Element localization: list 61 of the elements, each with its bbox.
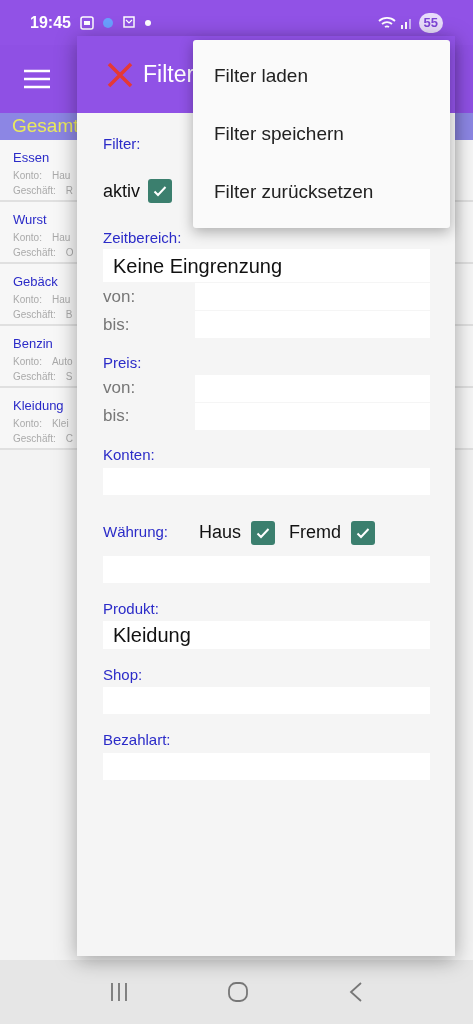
option-label: Fremd	[289, 521, 342, 544]
konto-label: Konto:	[13, 292, 42, 307]
shop-label: Geschäft:	[13, 307, 56, 322]
konto-value: Hau	[51, 168, 71, 183]
konto-label: Konto:	[13, 230, 42, 245]
field-label: Shop:	[103, 664, 143, 685]
option-label: aktiv	[103, 179, 140, 203]
item-name: Essen	[13, 149, 51, 167]
range-label: bis:	[103, 313, 131, 336]
screenshot-icon	[78, 14, 95, 31]
konto-value: Klei	[51, 416, 69, 431]
clock: 19:45	[30, 12, 71, 33]
range-label: von:	[103, 285, 137, 308]
item-name: Wurst	[13, 211, 48, 229]
input-field[interactable]: Keine Eingrenzung	[103, 249, 430, 282]
dot-icon	[144, 19, 151, 26]
range-label: von:	[103, 377, 137, 400]
summary-title: Gesamt	[12, 114, 79, 139]
shop-label: Geschäft:	[13, 183, 56, 198]
input-field[interactable]: Kleidung	[103, 620, 430, 649]
field-label: Preis:	[103, 353, 142, 373]
item-name: Kleidung	[13, 397, 65, 415]
menu-item[interactable]: Filter laden	[193, 47, 450, 105]
shop-label: Geschäft:	[13, 245, 56, 260]
range-label: bis:	[103, 405, 131, 428]
konto-label: Konto:	[13, 416, 42, 431]
konto-label: Konto:	[13, 354, 42, 369]
konto-label: Konto:	[13, 168, 42, 183]
home-icon[interactable]	[227, 981, 250, 1003]
konto-value: Hau	[51, 230, 71, 245]
dialog-title: Filter	[143, 60, 195, 90]
konto-value: Hau	[51, 292, 71, 307]
wifi-icon	[376, 14, 397, 31]
battery-indicator: 55	[418, 12, 443, 33]
item-name: Benzin	[13, 335, 54, 353]
field-label: Produkt:	[103, 599, 159, 619]
field-label: Währung:	[103, 522, 170, 543]
checkbox[interactable]	[148, 179, 172, 203]
shop-value: S	[65, 369, 73, 384]
option-label: Haus	[199, 521, 242, 544]
close-icon[interactable]	[107, 61, 133, 88]
field-label: Konten:	[103, 444, 155, 465]
shop-value: R	[65, 183, 74, 198]
shop-value: C	[65, 431, 74, 446]
mail-icon	[122, 15, 135, 30]
field-label: Filter:	[103, 134, 141, 154]
checkbox[interactable]	[251, 520, 276, 545]
shop-label: Geschäft:	[13, 369, 56, 384]
shop-label: Geschäft:	[13, 431, 56, 446]
shop-value: B	[65, 307, 73, 322]
menu-item[interactable]: Filter zurücksetzen	[193, 163, 450, 221]
field-label: Bezahlart:	[103, 730, 171, 750]
konto-value: Auto	[51, 354, 73, 369]
item-name: Gebäck	[13, 273, 59, 291]
back-icon[interactable]	[347, 981, 364, 1003]
menu-item[interactable]: Filter speichern	[193, 105, 450, 163]
checkbox[interactable]	[351, 520, 376, 545]
field-label: Zeitbereich:	[103, 227, 182, 248]
recent-apps-icon[interactable]	[109, 982, 130, 1002]
shop-value: O	[65, 245, 74, 260]
menu-icon[interactable]	[24, 69, 50, 89]
